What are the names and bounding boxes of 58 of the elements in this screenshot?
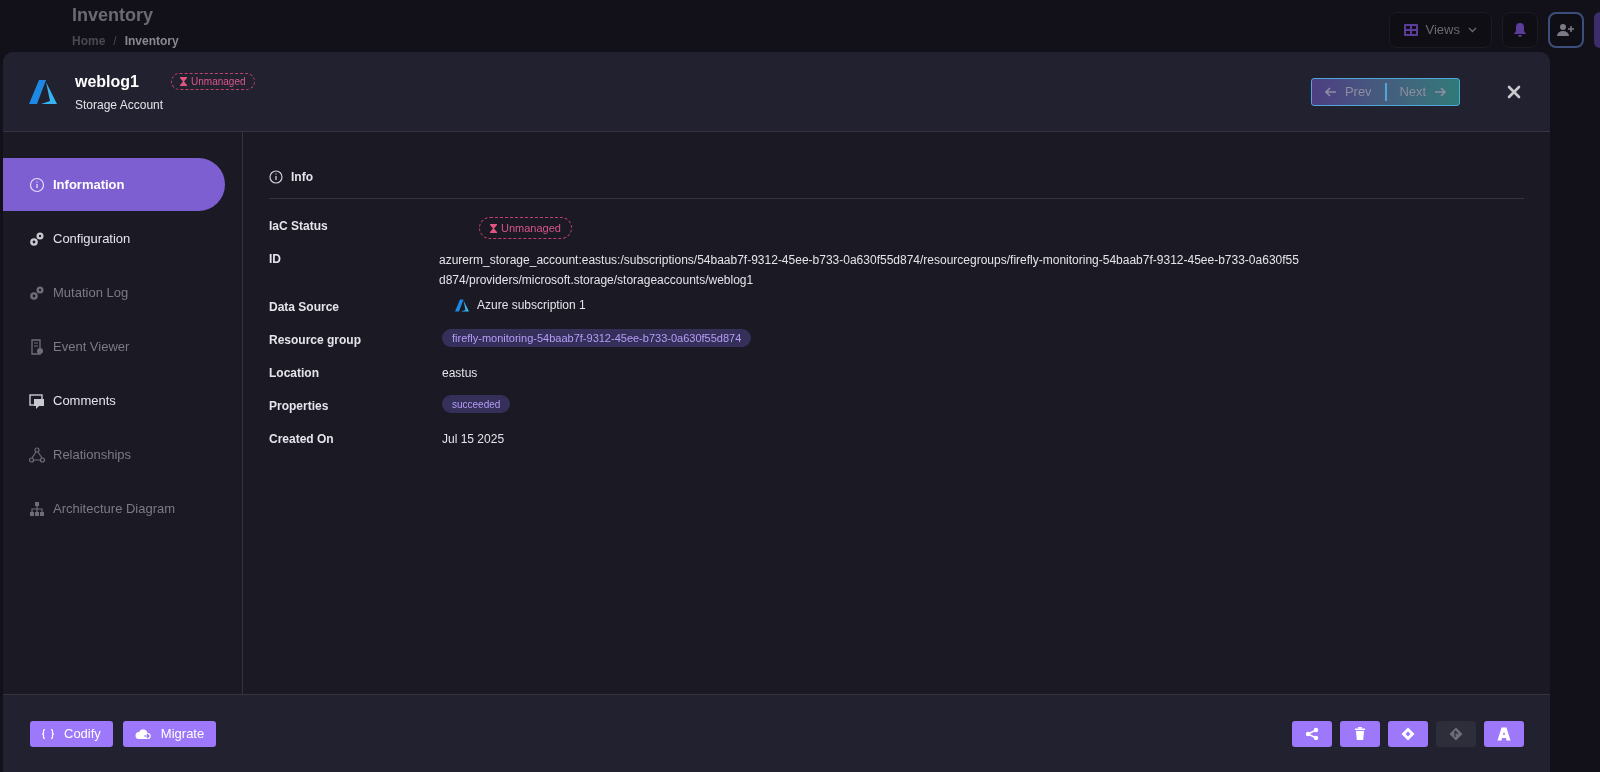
gears-icon — [29, 230, 45, 247]
hierarchy-icon — [29, 500, 45, 517]
resource-type: Storage Account — [75, 96, 165, 114]
breadcrumb-link[interactable]: Home — [72, 32, 106, 50]
field-label: ID — [269, 251, 282, 268]
document-icon — [29, 338, 45, 355]
action-button[interactable] — [1292, 720, 1332, 747]
arrow-right-icon — [1434, 86, 1447, 97]
section-title: Info — [291, 169, 313, 186]
nav-item[interactable]: Configuration — [3, 212, 225, 265]
action-button[interactable] — [1388, 720, 1428, 747]
grid-icon — [1403, 24, 1418, 36]
field-value: azurerm_storage_account:eastus:/subscriptions/54baab7f-9312-45ee-b733-0a630f55d874/resourcegroups/firefly-monitoring-54baab7f-9312-45ee-b733-0a630f55d874/providers/microsoft.storage/storageaccounts/weblog1 — [439, 252, 1299, 289]
share-icon — [1305, 726, 1319, 741]
views-button[interactable]: Views — [1388, 12, 1492, 48]
resource-title: weblog1 — [75, 71, 139, 92]
comments-icon — [29, 392, 45, 409]
tag-pill: succeeded — [442, 395, 511, 413]
trash-icon — [1353, 726, 1367, 741]
breadcrumb-separator: / — [113, 33, 117, 50]
action-button[interactable] — [1340, 720, 1380, 747]
azure-logo-icon — [455, 298, 469, 312]
hourglass-icon — [490, 223, 497, 233]
diamond-icon — [1401, 726, 1415, 741]
breadcrumb-link[interactable]: Inventory — [124, 32, 179, 50]
field-label: Created On — [269, 431, 335, 448]
nav-item[interactable]: Comments — [3, 374, 225, 427]
gears-icon — [29, 284, 45, 301]
chevron-down-icon — [1468, 27, 1477, 33]
letter-a-icon — [1497, 726, 1511, 741]
codify-button[interactable]: Codify — [30, 720, 113, 747]
graph-icon — [29, 446, 45, 463]
add-user-icon — [1557, 23, 1575, 37]
nav-item[interactable]: Information — [3, 158, 225, 211]
prev-button[interactable]: Prev — [1312, 78, 1385, 105]
field-label: Data Source — [269, 299, 341, 316]
field-label: Location — [269, 365, 320, 382]
data-source-name: Azure subscription 1 — [477, 297, 586, 314]
menu-edge — [1594, 12, 1600, 48]
info-icon — [269, 170, 283, 184]
add-user-button[interactable] — [1548, 12, 1584, 48]
action-button[interactable] — [1484, 720, 1524, 747]
hourglass-icon — [180, 77, 187, 86]
bell-icon — [1513, 22, 1527, 38]
page-title: Inventory — [72, 4, 155, 26]
close-icon — [1507, 84, 1521, 99]
braces-icon — [42, 728, 54, 739]
cloud-icon — [134, 727, 151, 740]
field-value: eastus — [442, 365, 478, 382]
arrow-left-icon — [1324, 86, 1337, 97]
field-label: IaC Status — [269, 218, 329, 235]
migrate-button[interactable]: Migrate — [122, 720, 217, 747]
field-label: Resource group — [269, 332, 362, 349]
field-value: Jul 15 2025 — [442, 431, 505, 448]
tag-pill: firefly-monitoring-54baab7f-9312-45ee-b733-0a630f55d874 — [442, 329, 752, 347]
info-icon — [29, 176, 45, 193]
field-label: Properties — [269, 398, 330, 415]
azure-logo-icon — [29, 79, 57, 104]
